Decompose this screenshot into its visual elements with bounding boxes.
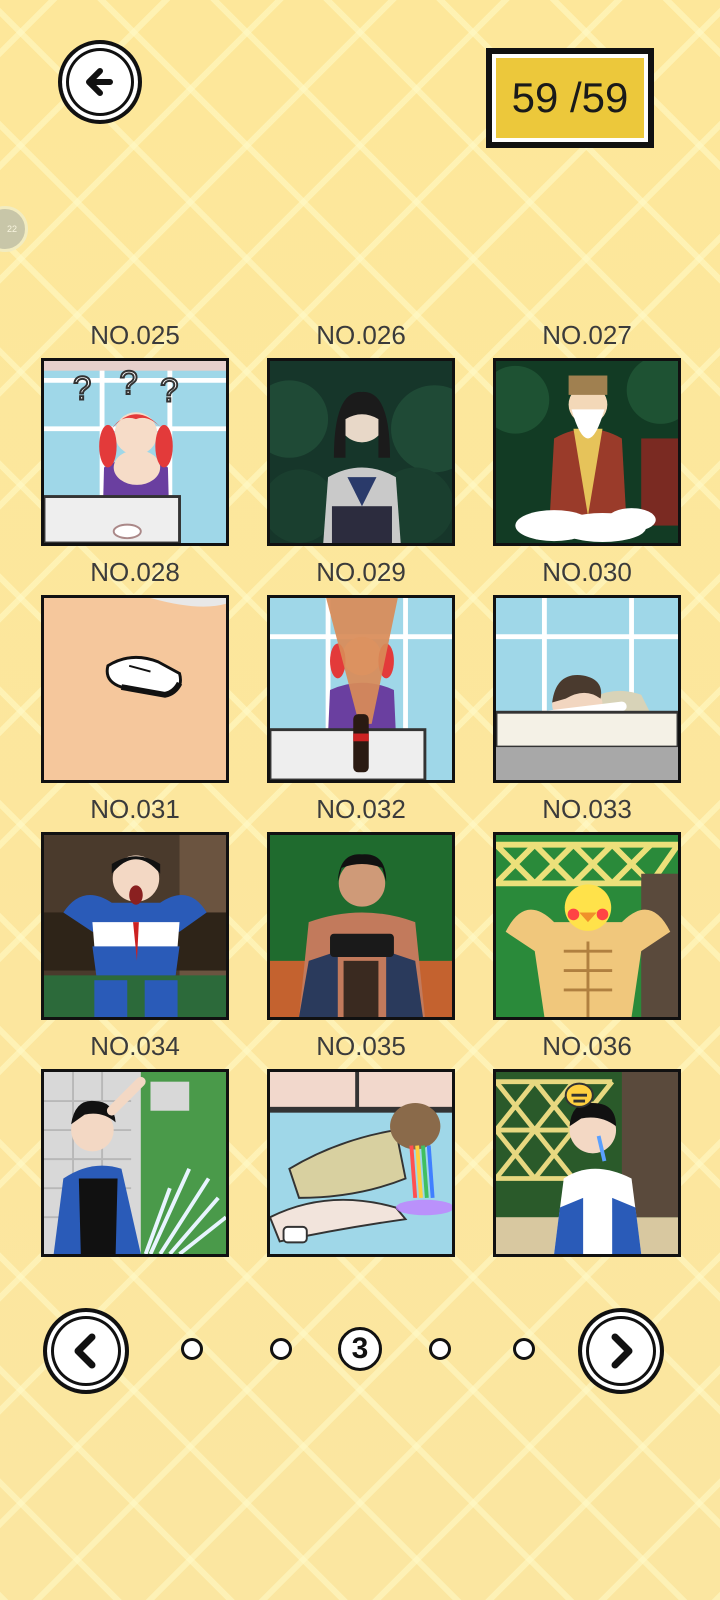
gallery-item-label: NO.027 — [542, 320, 632, 350]
level-counter-text: 59 /59 — [492, 54, 648, 142]
page-dot-current[interactable]: 3 — [338, 1327, 382, 1371]
chevron-right-icon — [611, 1333, 633, 1369]
gallery-item-label: NO.034 — [90, 1031, 180, 1061]
girl-rainbow-icon[interactable] — [267, 1069, 455, 1257]
back-button[interactable] — [58, 40, 142, 124]
gallery-item-label: NO.030 — [542, 557, 632, 587]
page-dot-2[interactable] — [270, 1338, 292, 1360]
girl-confused-icon[interactable]: ? ? ? — [41, 358, 229, 546]
chevron-left-icon — [74, 1333, 96, 1369]
page-dot-5[interactable] — [513, 1338, 535, 1360]
side-badge[interactable]: 22 — [0, 206, 28, 252]
gallery-item: NO.033 — [493, 792, 681, 1029]
gallery-item: NO.031 — [41, 792, 229, 1029]
gallery-item-label: NO.025 — [90, 320, 180, 350]
svg-text:?: ? — [120, 364, 138, 401]
gallery-item: NO.029 — [267, 555, 455, 792]
gallery-item-label: NO.026 — [316, 320, 406, 350]
gallery-item-label: NO.036 — [542, 1031, 632, 1061]
gallery-item-label: NO.032 — [316, 794, 406, 824]
arrow-left-icon — [86, 68, 113, 96]
gallery-grid: NO.025 ? ? ? NO.026 NO.027 NO.028 NO.029… — [41, 318, 681, 1266]
boy-bee-crying-icon[interactable] — [493, 1069, 681, 1257]
gallery-item: NO.034 — [41, 1029, 229, 1266]
gallery-item: NO.025 ? ? ? — [41, 318, 229, 555]
gallery-item-label: NO.028 — [90, 557, 180, 587]
page-dot-1[interactable] — [181, 1338, 203, 1360]
gallery-item: NO.036 — [493, 1029, 681, 1266]
gallery-item: NO.030 — [493, 555, 681, 792]
gallery-item-label: NO.033 — [542, 794, 632, 824]
student-screaming-icon[interactable] — [41, 832, 229, 1020]
prev-page-button[interactable] — [43, 1308, 129, 1394]
gallery-item: NO.027 — [493, 318, 681, 555]
cola-fountain-icon[interactable] — [267, 595, 455, 783]
boy-gaming-icon[interactable] — [267, 832, 455, 1020]
page-dot-4[interactable] — [429, 1338, 451, 1360]
gallery-item: NO.028 — [41, 555, 229, 792]
old-sage-cloud-icon[interactable] — [493, 358, 681, 546]
gallery-item-label: NO.029 — [316, 557, 406, 587]
shoe-on-floor-icon[interactable] — [41, 595, 229, 783]
boy-water-splash-icon[interactable] — [41, 1069, 229, 1257]
gallery-item: NO.032 — [267, 792, 455, 1029]
gallery-item-label: NO.035 — [316, 1031, 406, 1061]
gallery-item: NO.026 — [267, 318, 455, 555]
boy-sleeping-desk-icon[interactable] — [493, 595, 681, 783]
muscle-duck-icon[interactable] — [493, 832, 681, 1020]
next-page-button[interactable] — [578, 1308, 664, 1394]
level-counter: 59 /59 — [486, 48, 654, 148]
gallery-item: NO.035 — [267, 1029, 455, 1266]
gallery-item-label: NO.031 — [90, 794, 180, 824]
svg-text:?: ? — [73, 370, 91, 407]
svg-text:?: ? — [160, 372, 178, 409]
schoolgirl-forest-icon[interactable] — [267, 358, 455, 546]
